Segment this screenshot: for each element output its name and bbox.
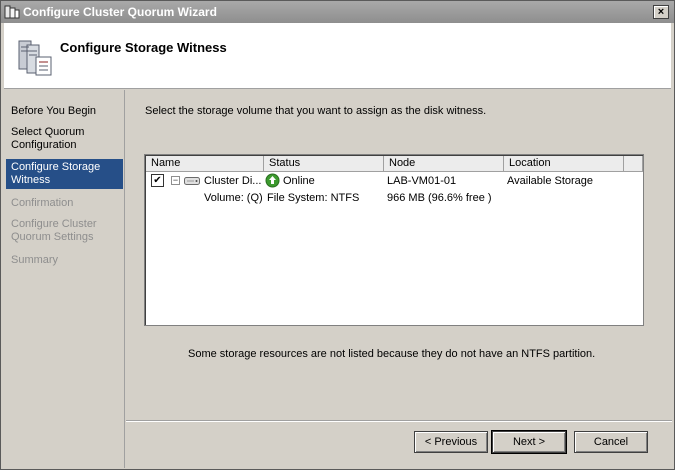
instruction-text: Select the storage volume that you want … <box>145 105 487 117</box>
previous-button-label: < Previous <box>424 436 478 448</box>
volume-filesystem: File System: NTFS <box>267 192 360 204</box>
step-select-quorum-configuration[interactable]: Select Quorum Configuration <box>6 126 123 152</box>
collapse-toggle[interactable]: − <box>171 176 180 185</box>
column-label: Location <box>509 157 551 169</box>
volume-label: Volume: (Q) <box>204 192 263 204</box>
disk-status: Online <box>283 175 315 187</box>
step-configure-cluster-quorum-settings: Configure Cluster Quorum Settings <box>6 218 123 244</box>
disk-node: LAB-VM01-01 <box>387 175 457 187</box>
step-configure-storage-witness[interactable]: Configure Storage Witness <box>6 159 123 189</box>
column-header-node[interactable]: Node <box>384 156 504 172</box>
wizard-header: Configure Storage Witness <box>4 23 671 89</box>
step-before-you-begin[interactable]: Before You Begin <box>6 105 123 118</box>
next-button-label: Next > <box>512 436 546 448</box>
step-label: Summary <box>11 254 59 266</box>
disk-icon <box>184 177 200 185</box>
volume-capacity: 966 MB (96.6% free ) <box>387 192 492 204</box>
column-header-filler <box>624 156 643 172</box>
window-title: Configure Cluster Quorum Wizard <box>23 5 217 19</box>
column-header-name[interactable]: Name <box>146 156 264 172</box>
column-header-location[interactable]: Location <box>504 156 624 172</box>
close-icon: × <box>657 5 665 18</box>
footer-divider <box>126 420 672 422</box>
column-label: Node <box>389 157 416 169</box>
disk-witness-checkbox[interactable]: ✔ <box>151 174 164 187</box>
wizard-icon <box>4 5 20 19</box>
step-confirmation: Confirmation <box>6 197 123 210</box>
step-label: Before You Begin <box>11 105 97 117</box>
wizard-window: Configure Cluster Quorum Wizard × Config… <box>0 0 675 470</box>
column-header-status[interactable]: Status <box>264 156 384 172</box>
next-button[interactable]: Next > <box>491 430 567 454</box>
storage-list[interactable]: Name Status Node Location ✔ − Cluster Di… <box>144 154 644 326</box>
cancel-button-label: Cancel <box>593 436 629 448</box>
previous-button[interactable]: < Previous <box>414 431 488 453</box>
title-bar: Configure Cluster Quorum Wizard × <box>1 1 674 23</box>
cancel-button[interactable]: Cancel <box>574 431 648 453</box>
disk-location: Available Storage <box>507 175 594 187</box>
ntfs-note: Some storage resources are not listed be… <box>188 348 596 360</box>
step-label: Select Quorum Configuration <box>11 126 85 151</box>
column-label: Name <box>151 157 181 169</box>
step-label: Configure Cluster Quorum Settings <box>11 218 97 243</box>
step-label: Confirmation <box>11 197 74 209</box>
page-title: Configure Storage Witness <box>60 40 227 55</box>
online-status-icon <box>265 173 280 188</box>
step-summary: Summary <box>6 254 123 267</box>
wizard-steps: Before You Begin Select Quorum Configura… <box>4 90 125 468</box>
column-label: Status <box>269 157 301 169</box>
disk-name[interactable]: Cluster Di... <box>204 175 261 188</box>
step-label: Configure Storage Witness <box>11 161 101 186</box>
server-stack-icon <box>18 40 52 76</box>
wizard-content: Select the storage volume that you want … <box>126 90 672 420</box>
close-button[interactable]: × <box>653 5 669 19</box>
